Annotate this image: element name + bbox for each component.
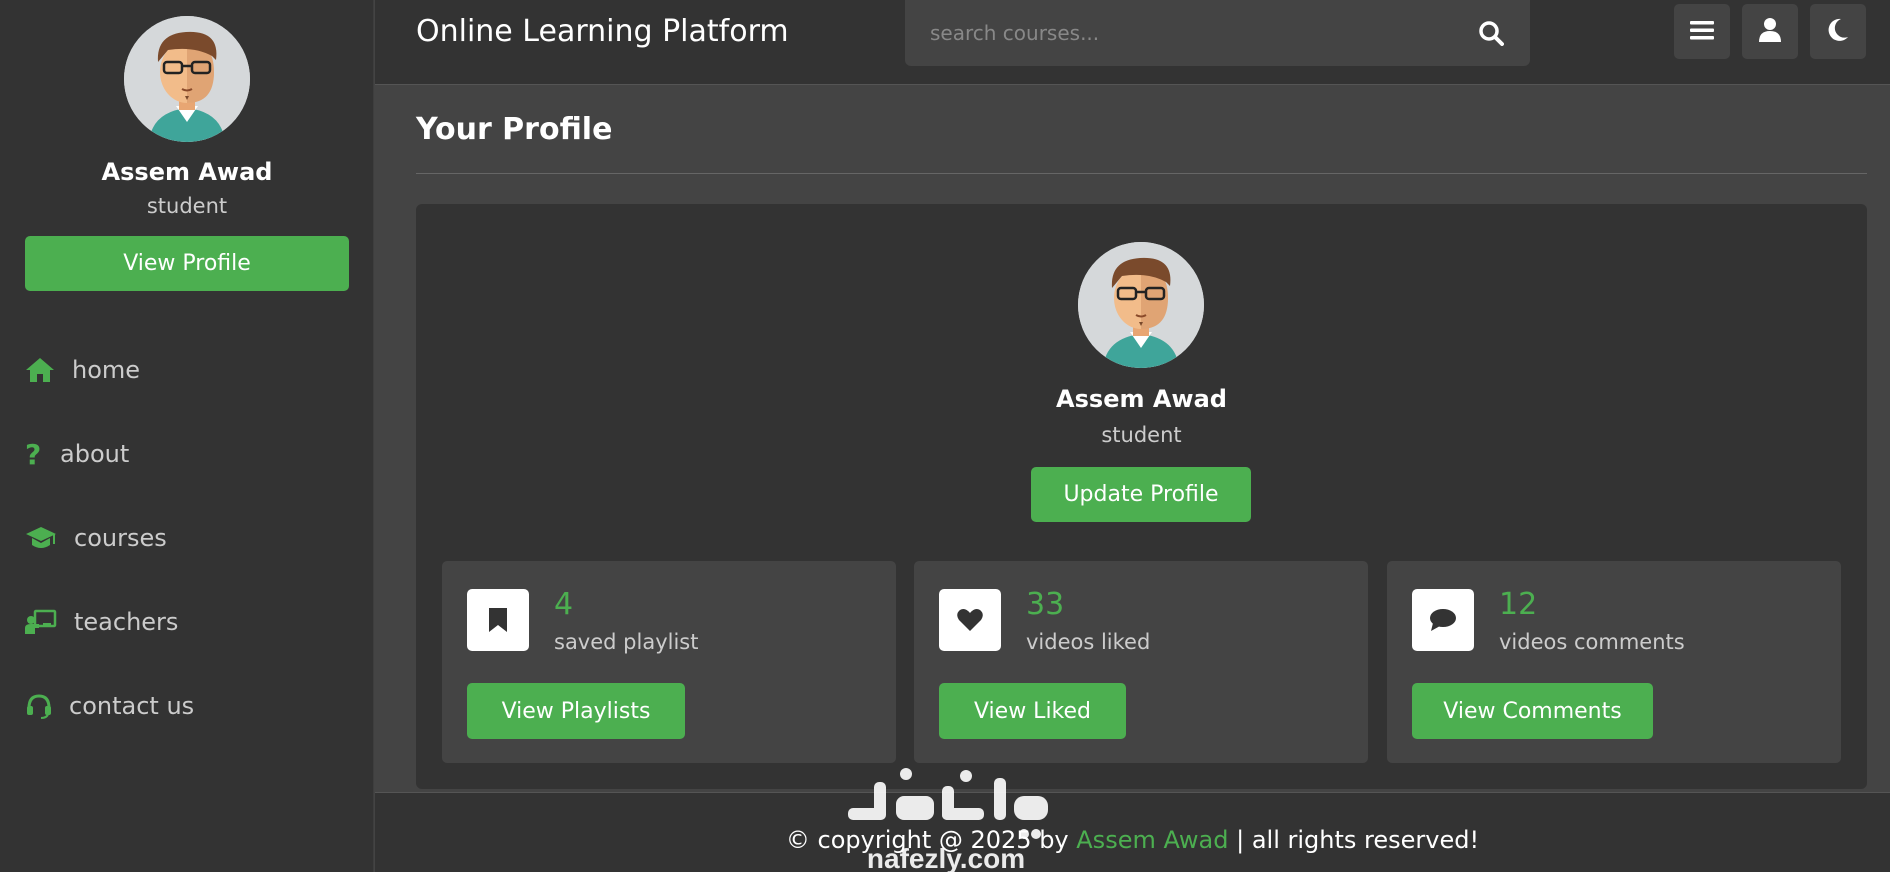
nav-item-about[interactable]: ? about bbox=[25, 434, 129, 474]
home-icon bbox=[25, 355, 65, 385]
heart-icon bbox=[939, 589, 1001, 651]
watermark-logo: nafezly.com bbox=[848, 768, 1048, 872]
profile-user-role: student bbox=[1101, 423, 1182, 447]
search-input[interactable] bbox=[905, 0, 1465, 66]
sidebar-user-name: Assem Awad bbox=[101, 158, 273, 186]
graduation-cap-icon bbox=[25, 523, 65, 553]
saved-playlist-label: saved playlist bbox=[554, 630, 699, 654]
nav-item-courses[interactable]: courses bbox=[25, 518, 167, 558]
view-liked-button[interactable]: View Liked bbox=[939, 683, 1126, 739]
view-playlists-button[interactable]: View Playlists bbox=[467, 683, 685, 739]
nav-label-home: home bbox=[72, 356, 141, 384]
search-bar bbox=[905, 0, 1530, 66]
nav-item-teachers[interactable]: teachers bbox=[25, 602, 178, 642]
view-comments-button[interactable]: View Comments bbox=[1412, 683, 1653, 739]
nav-item-home[interactable]: home bbox=[25, 350, 140, 390]
svg-text:nafezly.com: nafezly.com bbox=[867, 843, 1025, 872]
view-profile-button[interactable]: View Profile bbox=[25, 236, 349, 291]
top-header: Online Learning Platform bbox=[375, 0, 1890, 85]
videos-comments-count: 12 bbox=[1499, 587, 1538, 622]
videos-liked-count: 33 bbox=[1026, 587, 1065, 622]
comment-icon bbox=[1412, 589, 1474, 651]
nav-label-about: about bbox=[60, 440, 130, 468]
page-title: Your Profile bbox=[416, 112, 613, 147]
copyright-text: © copyright @ 2025 by Assem Awad | all r… bbox=[375, 826, 1890, 854]
copyright-suffix: | all rights reserved! bbox=[1228, 826, 1480, 854]
stat-card-comments: 12 videos comments View Comments bbox=[1387, 561, 1841, 763]
profile-user-name: Assem Awad bbox=[1056, 385, 1227, 413]
headset-icon bbox=[25, 691, 65, 721]
heading-divider bbox=[416, 173, 1867, 174]
app-title[interactable]: Online Learning Platform bbox=[416, 14, 789, 49]
videos-liked-label: videos liked bbox=[1026, 630, 1151, 654]
user-button[interactable] bbox=[1742, 4, 1798, 59]
sidebar-avatar[interactable] bbox=[124, 16, 250, 142]
nav-label-teachers: teachers bbox=[74, 608, 179, 636]
stat-card-liked: 33 videos liked View Liked bbox=[914, 561, 1368, 763]
user-icon bbox=[1759, 17, 1781, 46]
profile-avatar bbox=[1078, 242, 1204, 368]
menu-icon bbox=[1690, 20, 1714, 44]
bookmark-icon bbox=[467, 589, 529, 651]
footer: © copyright @ 2025 by Assem Awad | all r… bbox=[375, 792, 1890, 872]
sidebar: Assem Awad student View Profile home ? a… bbox=[0, 0, 374, 872]
videos-comments-label: videos comments bbox=[1499, 630, 1685, 654]
saved-playlist-count: 4 bbox=[554, 587, 574, 622]
search-icon[interactable] bbox=[1478, 20, 1504, 46]
theme-toggle-button[interactable] bbox=[1810, 4, 1866, 59]
sidebar-user-role: student bbox=[146, 194, 228, 218]
copyright-author-link[interactable]: Assem Awad bbox=[1076, 826, 1228, 854]
chalkboard-teacher-icon bbox=[25, 607, 65, 637]
menu-button[interactable] bbox=[1674, 4, 1730, 59]
update-profile-button[interactable]: Update Profile bbox=[1031, 467, 1251, 522]
stat-card-playlists: 4 saved playlist View Playlists bbox=[442, 561, 896, 763]
nav-label-contact-us: contact us bbox=[69, 692, 195, 720]
moon-icon bbox=[1827, 18, 1849, 46]
nav-item-contact-us[interactable]: contact us bbox=[25, 686, 194, 726]
nav-label-courses: courses bbox=[74, 524, 167, 552]
question-icon: ? bbox=[25, 437, 42, 471]
